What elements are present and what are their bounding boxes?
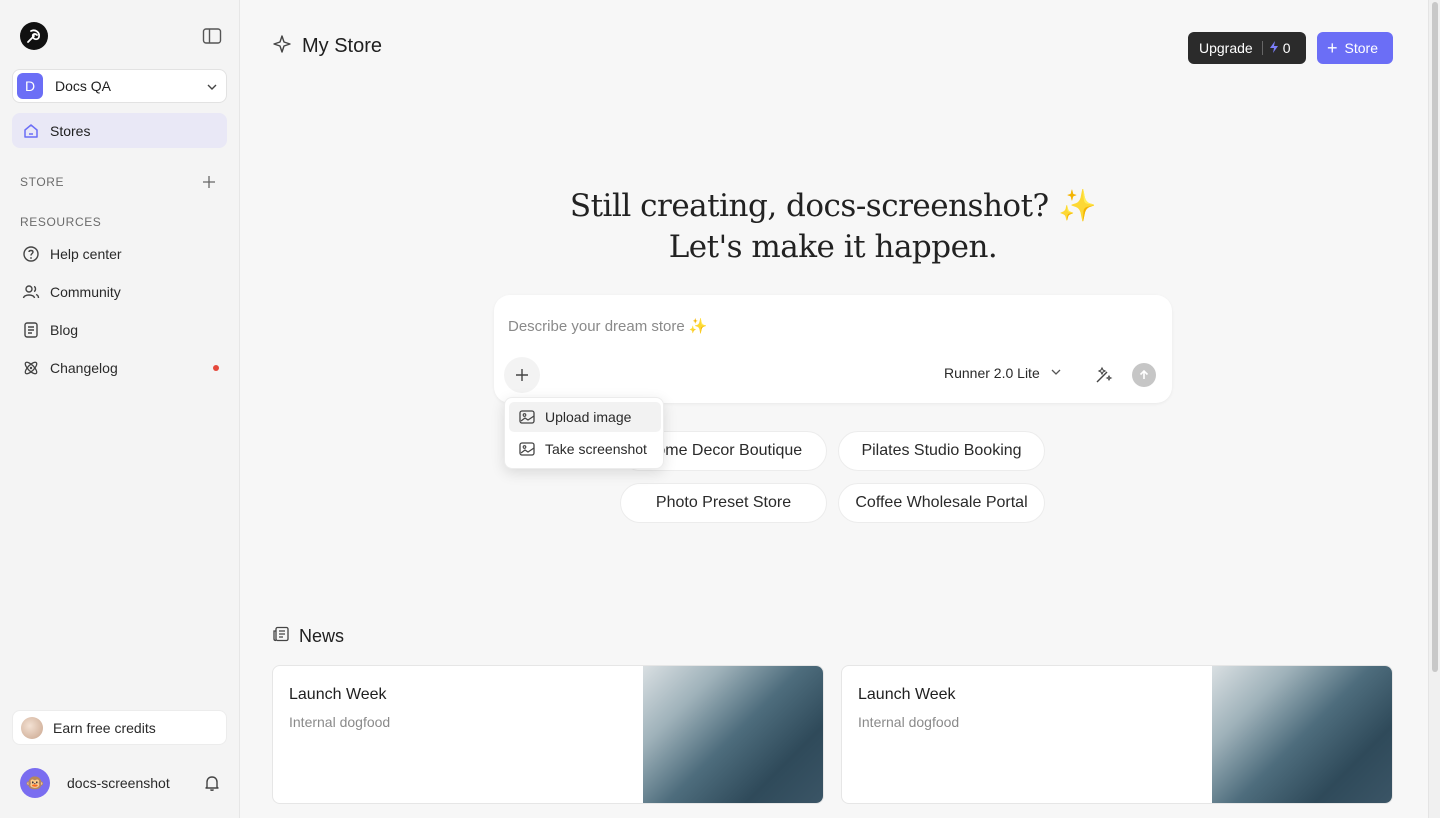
send-button[interactable]	[1132, 363, 1156, 387]
news-card[interactable]: Launch Week Internal dogfood	[841, 665, 1393, 804]
coin-icon	[21, 716, 43, 739]
plus-icon: +	[1327, 38, 1338, 58]
hero-line-1: Still creating, docs-screenshot? ✨	[569, 188, 1097, 224]
bell-icon[interactable]	[203, 774, 221, 797]
hero-heading: Still creating, docs-screenshot? ✨ Let's…	[240, 186, 1426, 268]
hero-line-2: Let's make it happen.	[668, 229, 998, 265]
credits-count: 0	[1282, 40, 1291, 56]
sidebar-item-stores[interactable]: Stores	[12, 113, 227, 148]
workspace-avatar: D	[17, 73, 43, 99]
help-circle-icon	[22, 245, 40, 263]
enhance-prompt-icon[interactable]	[1094, 365, 1114, 390]
lightning-icon	[1269, 40, 1279, 57]
sidebar: D Docs QA Stores STORE RESOURCES Help ce…	[0, 0, 240, 818]
news-title: News	[299, 626, 345, 646]
notification-dot	[213, 365, 219, 371]
sidebar-item-changelog[interactable]: Changelog	[12, 352, 227, 384]
workspace-name: Docs QA	[55, 78, 112, 94]
menu-item-label: Upload image	[545, 409, 632, 425]
news-card-image	[643, 666, 823, 803]
upload-image-menu-item[interactable]: Upload image	[509, 402, 661, 432]
suggestion-chip[interactable]: Coffee Wholesale Portal	[838, 483, 1045, 523]
model-selector[interactable]: Runner 2.0 Lite	[944, 365, 1062, 381]
news-card-subtitle: Internal dogfood	[289, 714, 391, 730]
user-menu[interactable]: 🐵 docs-screenshot	[20, 768, 225, 798]
store-section-label: STORE	[20, 175, 65, 189]
news-card-subtitle: Internal dogfood	[858, 714, 960, 730]
attach-menu: Upload image Take screenshot	[504, 397, 664, 469]
sidebar-item-label: Community	[50, 284, 121, 300]
atom-icon	[22, 359, 40, 377]
news-card-image	[1212, 666, 1392, 803]
divider	[1261, 41, 1263, 55]
scrollbar[interactable]	[1428, 0, 1440, 818]
sidebar-item-label: Help center	[50, 246, 122, 262]
sidebar-item-blog[interactable]: Blog	[12, 314, 227, 346]
new-store-button[interactable]: + Store	[1317, 32, 1393, 64]
sidebar-item-label: Blog	[50, 322, 79, 338]
document-icon	[22, 321, 40, 339]
workspace-switcher[interactable]: D Docs QA	[12, 69, 227, 103]
prompt-box[interactable]: Describe your dream store ✨ Runner 2.0 L…	[494, 295, 1172, 403]
news-card-title: Launch Week	[858, 686, 956, 703]
earn-credits-button[interactable]: Earn free credits	[12, 710, 227, 745]
users-icon	[22, 283, 40, 301]
user-name: docs-screenshot	[67, 775, 170, 791]
attach-button[interactable]	[504, 357, 540, 393]
sidebar-toggle-icon[interactable]	[202, 27, 222, 45]
resources-section-label: RESOURCES	[20, 215, 102, 229]
home-icon	[22, 122, 40, 140]
app-logo[interactable]	[20, 22, 48, 50]
page-header: My Store	[272, 34, 382, 59]
sidebar-item-help-center[interactable]: Help center	[12, 238, 227, 270]
take-screenshot-menu-item[interactable]: Take screenshot	[509, 434, 661, 464]
avatar: 🐵	[20, 768, 50, 798]
suggestion-chip[interactable]: Photo Preset Store	[620, 483, 827, 523]
upgrade-button[interactable]: Upgrade 0	[1188, 32, 1306, 64]
image-icon	[518, 408, 536, 426]
prompt-input[interactable]: Describe your dream store ✨	[508, 317, 708, 335]
model-label: Runner 2.0 Lite	[944, 365, 1040, 381]
sidebar-item-label: Stores	[50, 122, 91, 139]
sparkle-icon	[272, 34, 292, 59]
page-title: My Store	[302, 35, 383, 57]
sidebar-item-community[interactable]: Community	[12, 276, 227, 308]
sidebar-item-label: Changelog	[50, 360, 118, 376]
chevron-down-icon	[206, 80, 218, 98]
upgrade-label: Upgrade	[1199, 40, 1253, 56]
earn-credits-label: Earn free credits	[53, 719, 156, 736]
screenshot-icon	[518, 440, 536, 458]
suggestion-chip[interactable]: Pilates Studio Booking	[838, 431, 1045, 471]
news-card[interactable]: Launch Week Internal dogfood	[272, 665, 824, 804]
news-card-title: Launch Week	[289, 686, 387, 703]
main-content: My Store Upgrade 0 + Store Still creatin…	[240, 0, 1426, 818]
scrollbar-thumb[interactable]	[1432, 2, 1438, 672]
menu-item-label: Take screenshot	[545, 441, 647, 457]
new-store-label: Store	[1344, 40, 1378, 56]
add-store-icon[interactable]	[201, 174, 217, 190]
newspaper-icon	[272, 625, 290, 648]
chevron-down-icon	[1050, 365, 1062, 381]
news-header: News	[272, 625, 344, 648]
